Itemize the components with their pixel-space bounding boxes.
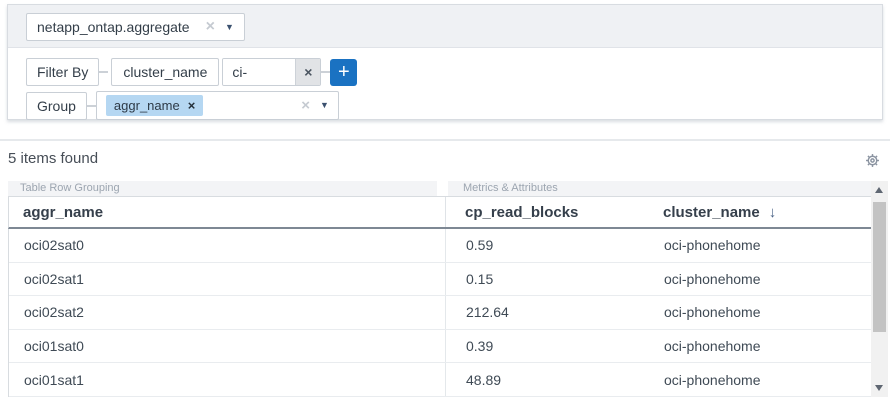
scrollbar-thumb[interactable] [873,202,886,332]
asset-selector-value: netapp_ontap.aggregate [37,19,190,35]
add-filter-button[interactable]: + [330,59,357,86]
cell-cluster-name: oci-phonehome [651,263,871,296]
results-table: Table Row Grouping Metrics & Attributes … [8,181,888,397]
cell-aggr-name: oci01sat0 [9,330,446,363]
group-header-metrics: Metrics & Attributes [448,181,871,196]
filter-field-selector[interactable]: cluster_name [111,58,219,86]
group-row: Group aggr_name × × ▼ [26,91,339,120]
filter-value-input[interactable] [223,59,295,85]
cell-aggr-name: oci02sat2 [9,296,446,329]
column-header-cluster-name[interactable]: cluster_name ↓ [651,197,871,227]
table-header-row: aggr_name cp_read_blocks cluster_name ↓ [8,196,871,229]
cell-cp-read-blocks: 0.59 [446,229,651,262]
group-button[interactable]: Group [26,92,87,120]
table-scrollbar[interactable] [871,181,888,397]
column-header-cluster-name-label: cluster_name [663,204,760,221]
remove-tag-icon[interactable]: × [188,98,196,113]
connector-line [87,105,96,107]
filter-by-button[interactable]: Filter By [26,58,99,86]
cell-cluster-name: oci-phonehome [651,363,871,396]
section-divider [0,139,890,141]
chevron-down-icon[interactable]: ▼ [320,101,329,110]
group-tag: aggr_name × [106,95,203,116]
cell-aggr-name: oci01sat1 [9,363,446,396]
cell-cluster-name: oci-phonehome [651,330,871,363]
cell-cp-read-blocks: 48.89 [446,363,651,396]
connector-line [99,71,108,73]
table-group-headers: Table Row Grouping Metrics & Attributes [8,181,871,196]
column-header-aggr-name[interactable]: aggr_name [9,197,446,227]
cell-aggr-name: oci02sat0 [9,229,446,262]
filter-value-box: × [222,58,321,86]
group-by-dropdown[interactable]: aggr_name × × ▼ [96,91,339,120]
sort-desc-icon[interactable]: ↓ [769,204,777,221]
cell-cp-read-blocks: 0.39 [446,330,651,363]
clear-icon[interactable]: × [206,19,215,35]
asset-selector-row: netapp_ontap.aggregate × ▼ [8,5,882,48]
clear-filter-icon[interactable]: × [295,59,320,85]
table-row[interactable]: oci01sat0 0.39 oci-phonehome [9,330,871,364]
cell-cluster-name: oci-phonehome [651,296,871,329]
cell-cp-read-blocks: 0.15 [446,263,651,296]
chevron-down-icon[interactable]: ▼ [225,23,234,32]
cell-aggr-name: oci02sat1 [9,263,446,296]
scroll-down-icon[interactable] [875,385,883,391]
clear-icon[interactable]: × [301,98,310,113]
table-row[interactable]: oci02sat1 0.15 oci-phonehome [9,263,871,297]
group-header-gap [437,181,448,196]
table-row[interactable]: oci02sat0 0.59 oci-phonehome [9,229,871,263]
query-page: netapp_ontap.aggregate × ▼ Filter By clu… [0,0,890,400]
connector-line [321,71,330,73]
group-header-row-grouping: Table Row Grouping [8,181,437,196]
asset-selector-dropdown[interactable]: netapp_ontap.aggregate × ▼ [26,13,245,41]
group-tag-label: aggr_name [114,98,180,113]
items-found-count: 5 items found [8,150,98,167]
gear-icon[interactable] [864,152,881,169]
query-builder-panel: netapp_ontap.aggregate × ▼ Filter By clu… [7,4,883,120]
table-row[interactable]: oci01sat1 48.89 oci-phonehome [9,363,871,397]
table-body: oci02sat0 0.59 oci-phonehome oci02sat1 0… [8,229,871,397]
cell-cp-read-blocks: 212.64 [446,296,651,329]
column-header-cp-read-blocks[interactable]: cp_read_blocks [446,197,651,227]
scroll-up-icon[interactable] [875,187,883,193]
table-row[interactable]: oci02sat2 212.64 oci-phonehome [9,296,871,330]
cell-cluster-name: oci-phonehome [651,229,871,262]
filter-row: Filter By cluster_name × + [26,58,357,86]
